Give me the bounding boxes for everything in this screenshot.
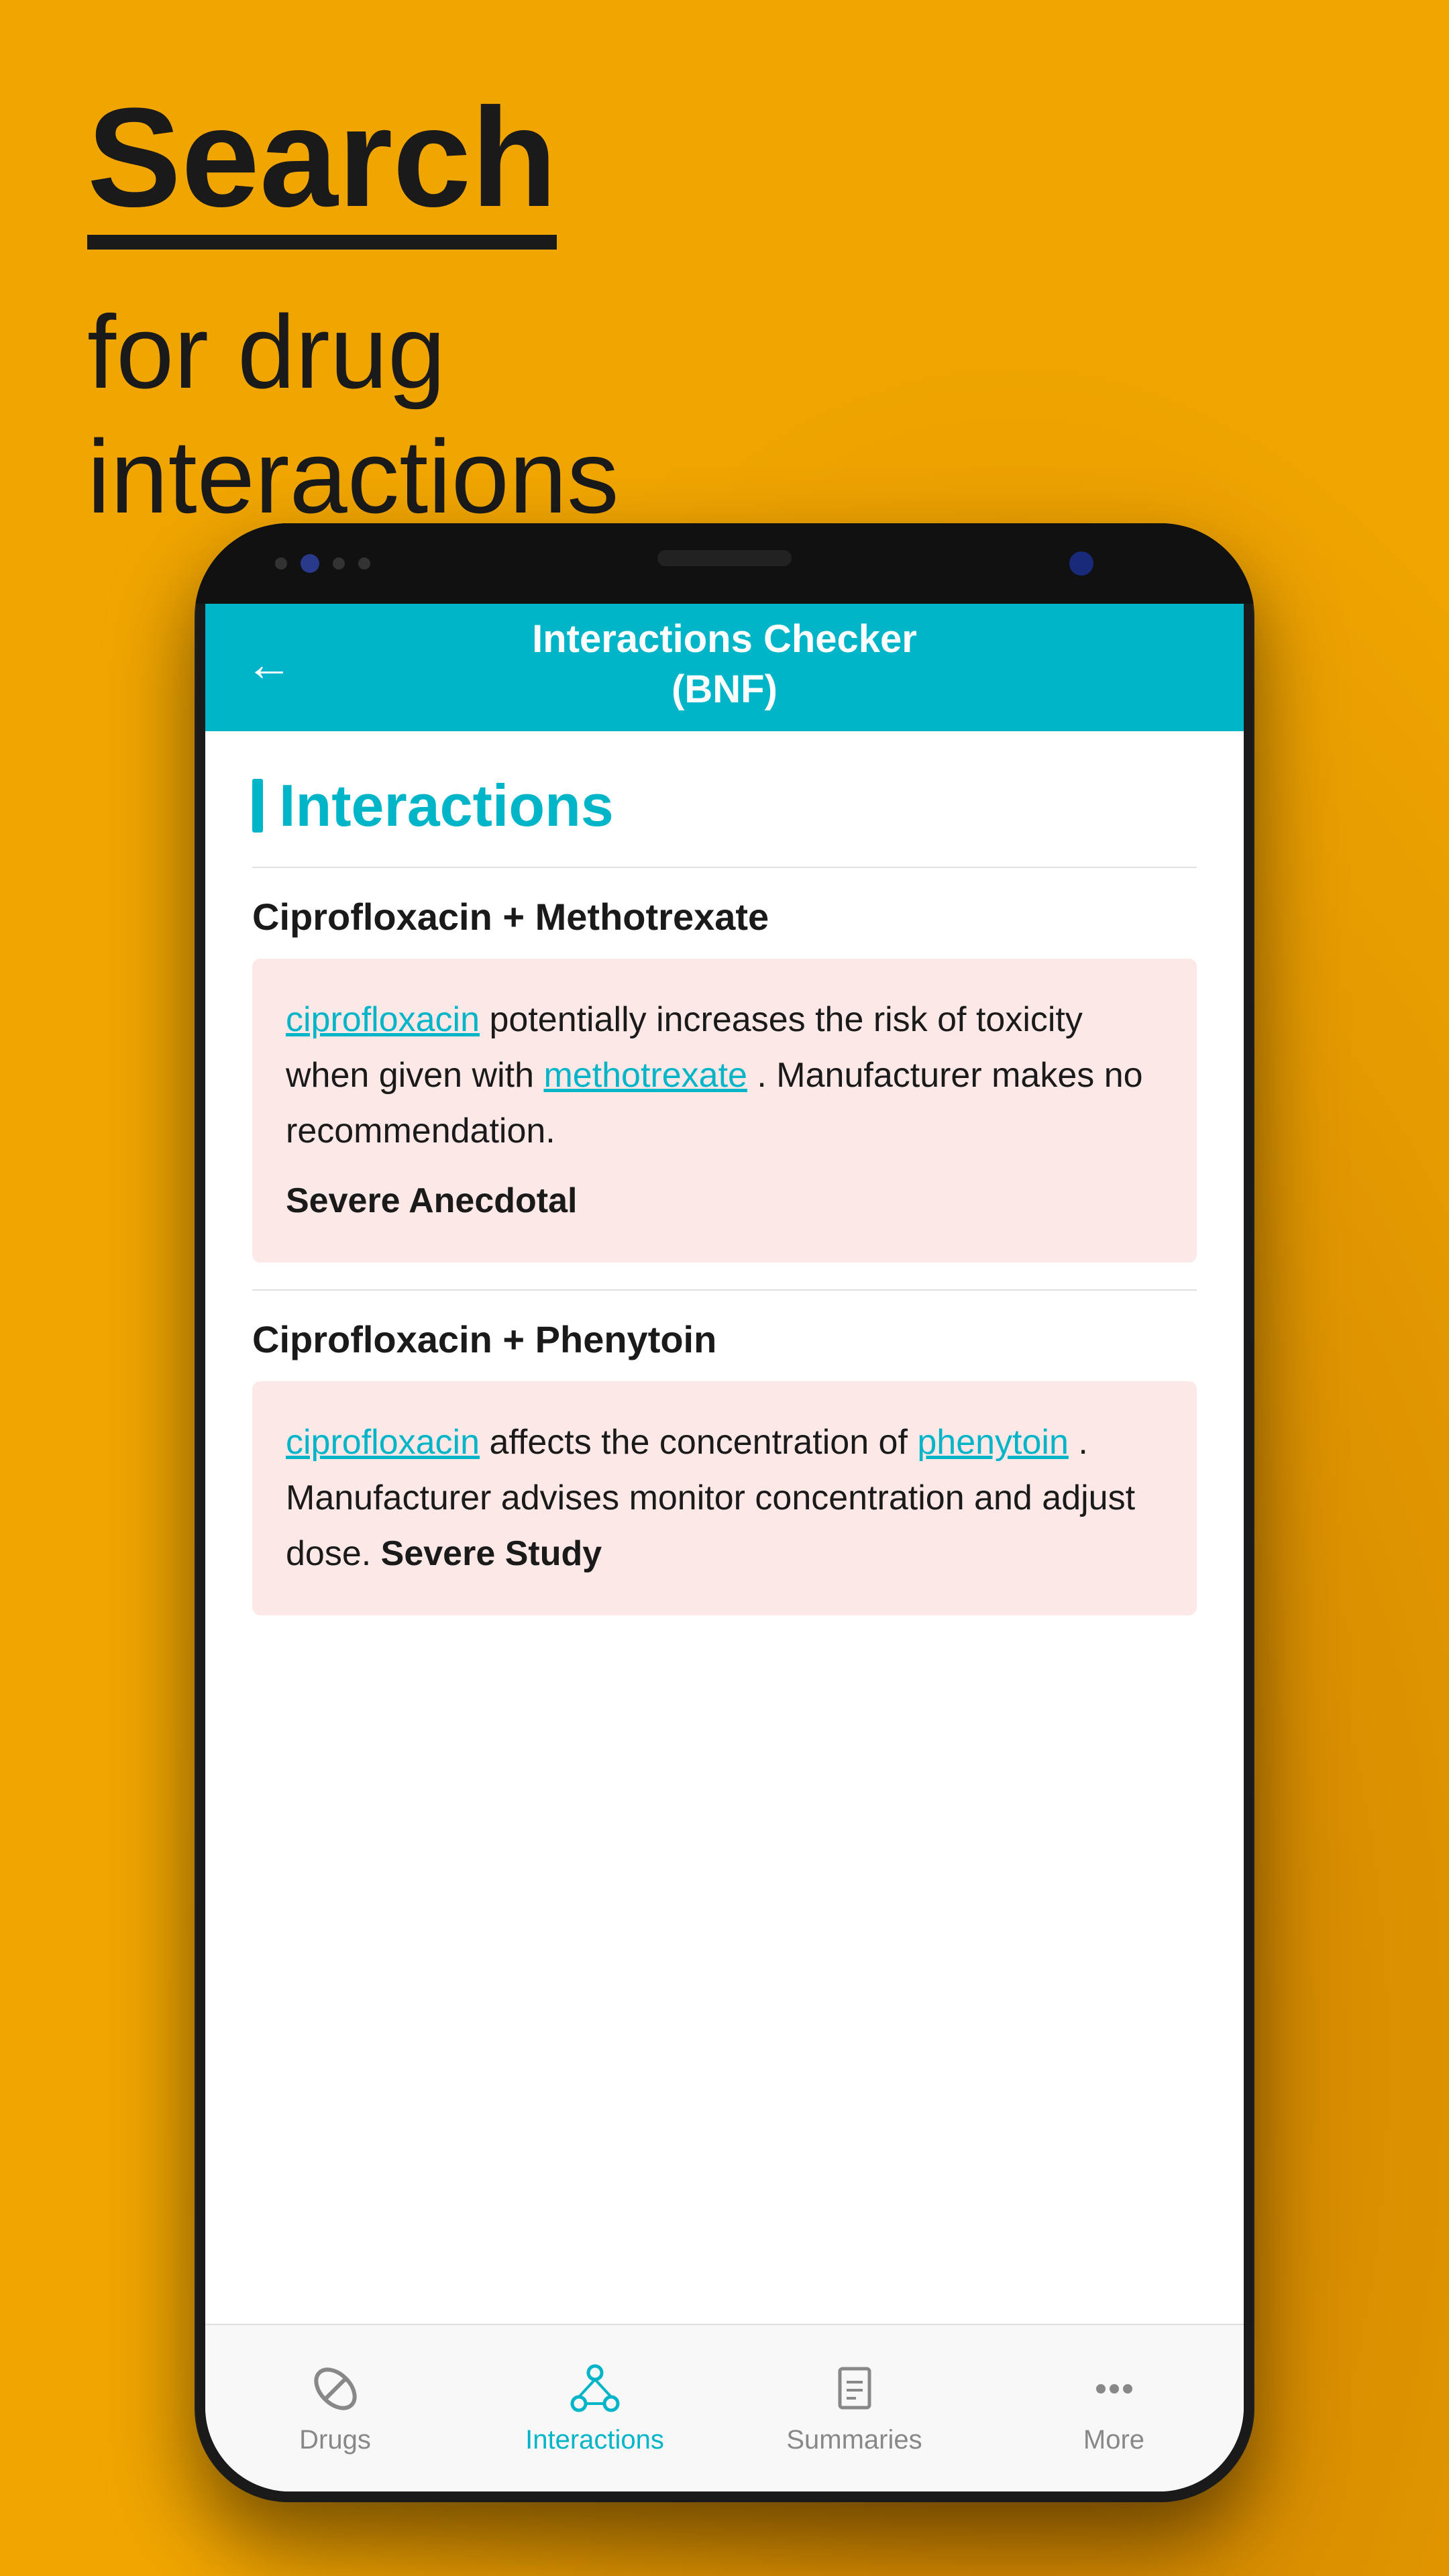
header-subtitle: for druginteractions: [87, 290, 619, 539]
interaction-1-text: ciprofloxacin potentially increases the …: [286, 992, 1163, 1229]
search-heading: Search: [87, 87, 557, 250]
heading-bar-accent: [252, 779, 263, 833]
phone-body: ← Interactions Checker(BNF) Interactions…: [195, 523, 1254, 2502]
phone-screen: ← Interactions Checker(BNF) Interactions…: [205, 597, 1244, 2491]
tab-more[interactable]: More: [984, 2362, 1244, 2455]
drug-link-phenytoin[interactable]: phenytoin: [917, 1423, 1069, 1462]
more-icon: [1087, 2362, 1141, 2416]
interactions-icon: [568, 2362, 622, 2416]
drug-link-ciprofloxacin-1[interactable]: ciprofloxacin: [286, 1000, 480, 1039]
interaction-1-severity: Severe Anecdotal: [286, 1173, 1163, 1229]
sensor-dot-1: [275, 557, 287, 570]
drug-link-methotrexate[interactable]: methotrexate: [543, 1056, 747, 1095]
interaction-2-description: affects the concentration of: [489, 1423, 917, 1462]
tab-more-label: More: [1083, 2425, 1144, 2455]
phone-mockup: ← Interactions Checker(BNF) Interactions…: [195, 523, 1254, 2502]
camera-front-right: [1069, 551, 1093, 576]
app-header-title: Interactions Checker(BNF): [532, 614, 917, 715]
interaction-1-title: Ciprofloxacin + Methotrexate: [252, 895, 1197, 938]
section-heading: Interactions: [252, 771, 1197, 840]
speaker: [657, 550, 792, 566]
phone-top-bezel: [195, 523, 1254, 604]
interaction-1-card: ciprofloxacin potentially increases the …: [252, 959, 1197, 1263]
tab-summaries-label: Summaries: [786, 2425, 922, 2455]
interaction-2-text: ciprofloxacin affects the concentration …: [286, 1415, 1163, 1582]
back-button[interactable]: ←: [246, 637, 292, 691]
sensor-dot-2: [333, 557, 345, 570]
divider-1: [252, 867, 1197, 868]
tab-interactions[interactable]: Interactions: [465, 2362, 724, 2455]
screen-content: Interactions Ciprofloxacin + Methotrexat…: [205, 731, 1244, 2324]
tab-drugs[interactable]: Drugs: [205, 2362, 465, 2455]
app-header-bar: ← Interactions Checker(BNF): [205, 597, 1244, 731]
interaction-2-card: ciprofloxacin affects the concentration …: [252, 1381, 1197, 1616]
header-text-block: Search for druginteractions: [87, 87, 619, 539]
front-camera: [301, 554, 319, 573]
tab-interactions-label: Interactions: [525, 2425, 664, 2455]
tab-summaries[interactable]: Summaries: [724, 2362, 984, 2455]
phone-top-left-sensors: [275, 554, 370, 573]
drug-link-ciprofloxacin-2[interactable]: ciprofloxacin: [286, 1423, 480, 1462]
divider-2: [252, 1289, 1197, 1291]
interaction-2-severity-bold: Severe Study: [381, 1534, 602, 1573]
summaries-icon: [828, 2362, 881, 2416]
section-title: Interactions: [279, 771, 614, 840]
drugs-icon: [309, 2362, 362, 2416]
tab-drugs-label: Drugs: [299, 2425, 371, 2455]
tab-bar: Drugs Interactions: [205, 2324, 1244, 2491]
sensor-dot-3: [358, 557, 370, 570]
interaction-2-title: Ciprofloxacin + Phenytoin: [252, 1318, 1197, 1361]
